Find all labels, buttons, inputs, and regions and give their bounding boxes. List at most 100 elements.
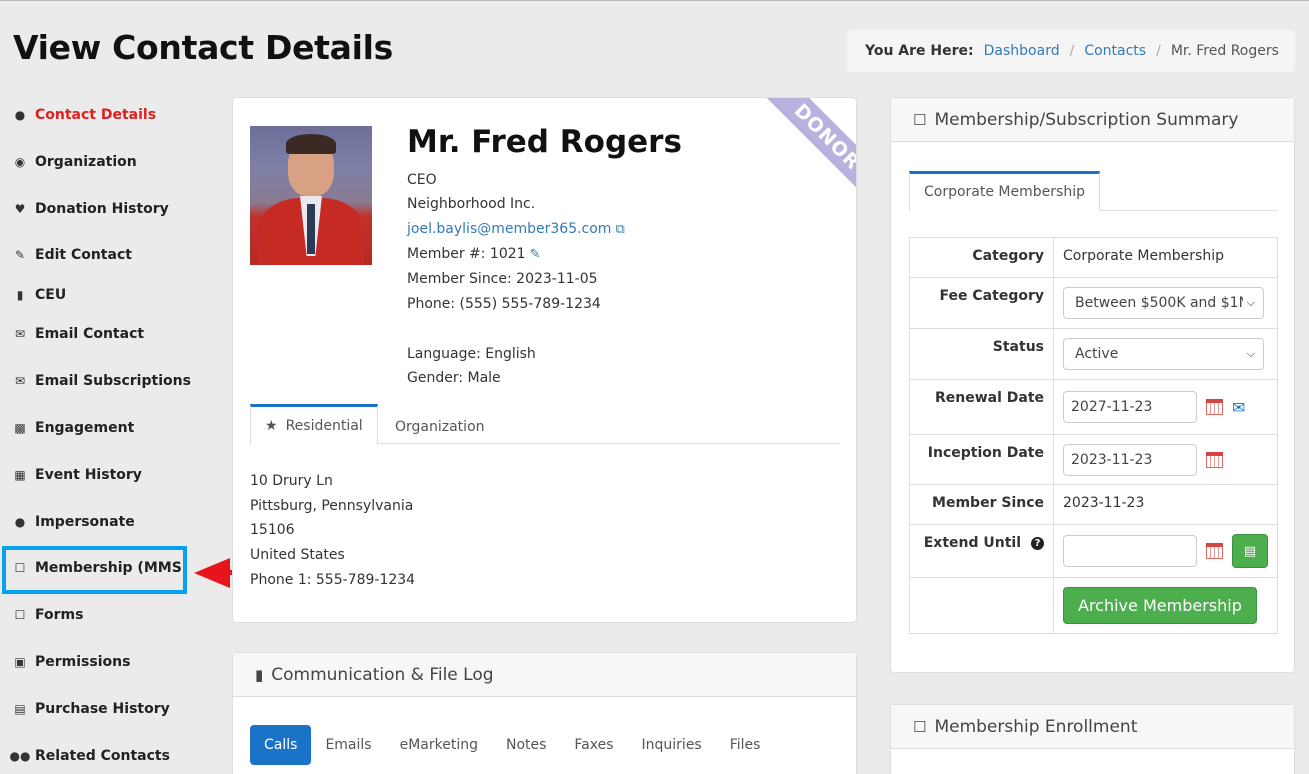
breadcrumb-label: You Are Here: [865, 43, 974, 59]
sidebar-item-label: Related Contacts [35, 748, 170, 764]
sidebar-item-label: Permissions [35, 654, 131, 670]
breadcrumb-dashboard-link[interactable]: Dashboard [984, 43, 1060, 59]
sidebar-item-email-contact[interactable]: ✉ Email Contact [13, 323, 144, 345]
tab-residential[interactable]: ★ Residential [250, 404, 378, 445]
member-number-row: Member #: 1021 ✎ [407, 246, 540, 262]
envelope-icon: ✉ [14, 327, 26, 341]
sidebar-item-engagement[interactable]: ▩ Engagement [13, 417, 134, 439]
breadcrumb-separator: / [1069, 43, 1075, 59]
category-value: Corporate Membership [1053, 237, 1278, 278]
tab-label: Residential [285, 417, 363, 434]
heart-icon: ♥ [14, 202, 26, 216]
eye-icon: ◉ [14, 155, 26, 169]
sidebar-item-label: Impersonate [35, 514, 135, 530]
page-title: View Contact Details [13, 28, 393, 67]
tab-faxes[interactable]: Faxes [560, 725, 627, 765]
status-label: Status [909, 328, 1054, 380]
sidebar-item-related-contacts[interactable]: ●● Related Contacts [10, 745, 170, 767]
status-select[interactable]: Active ⌵ [1063, 338, 1264, 370]
calendar-icon: ▦ [14, 468, 26, 482]
contact-gender: Gender: Male [407, 370, 501, 386]
sidebar-item-label: CEU [35, 287, 67, 303]
table-row: Category Corporate Membership [909, 237, 1278, 278]
contact-name: Mr. Fred Rogers [407, 124, 682, 160]
tab-calls[interactable]: Calls [250, 725, 312, 765]
sidebar-item-forms[interactable]: ☐ Forms [13, 604, 84, 626]
star-icon: ★ [265, 417, 278, 434]
chevron-down-icon: ⌵ [1246, 296, 1255, 309]
user-icon: ● [14, 515, 26, 529]
fee-category-select[interactable]: Between $500K and $1M ⌵ [1063, 287, 1264, 319]
membership-enrollment-header: ☐ Membership Enrollment [891, 705, 1294, 749]
member-since: Member Since: 2023-11-05 [407, 271, 598, 287]
sidebar-item-ceu[interactable]: ▮ CEU [13, 284, 67, 306]
edit-icon: ✎ [14, 248, 26, 262]
tab-notes[interactable]: Notes [492, 725, 560, 765]
tab-emarketing[interactable]: eMarketing [386, 725, 492, 765]
table-row: Fee Category Between $500K and $1M ⌵ [909, 277, 1278, 329]
extend-until-label: Extend Until [923, 535, 1021, 551]
edit-icon[interactable]: ✎ [530, 247, 541, 262]
communication-log-card: ▮ Communication & File Log Calls Emails … [232, 652, 857, 774]
membership-table: Category Corporate Membership Fee Catego… [909, 237, 1278, 634]
user-icon: ● [14, 108, 26, 122]
tab-corporate-membership[interactable]: Corporate Membership [909, 171, 1100, 211]
sidebar-item-donation-history[interactable]: ♥ Donation History [13, 198, 169, 220]
renewal-date-input[interactable]: 2027-11-23 [1063, 391, 1197, 423]
question-icon[interactable]: ? [1031, 537, 1044, 550]
membership-summary-header: ☐ Membership/Subscription Summary [891, 98, 1294, 142]
table-row: Status Active ⌵ [909, 328, 1278, 380]
tab-inquiries[interactable]: Inquiries [628, 725, 716, 765]
save-button[interactable]: ▤ [1232, 534, 1268, 568]
sidebar-item-event-history[interactable]: ▦ Event History [13, 464, 142, 486]
sidebar-item-label: Email Subscriptions [35, 373, 191, 389]
sidebar-item-contact-details[interactable]: ● Contact Details [13, 104, 156, 126]
sidebar-item-permissions[interactable]: ▣ Permissions [13, 651, 130, 673]
sidebar-item-edit-contact[interactable]: ✎ Edit Contact [13, 244, 132, 266]
tab-files[interactable]: Files [716, 725, 775, 765]
sidebar-item-label: Contact Details [35, 107, 157, 123]
membership-summary-title: Membership/Subscription Summary [934, 109, 1239, 130]
membership-summary-card: ☐ Membership/Subscription Summary Corpor… [890, 97, 1295, 673]
address-zip: 15106 [250, 522, 295, 538]
table-row: Extend Until? ▤ [909, 524, 1278, 578]
breadcrumb-contacts-link[interactable]: Contacts [1084, 43, 1146, 59]
extend-until-input[interactable] [1063, 535, 1197, 567]
communication-log-header: ▮ Communication & File Log [233, 653, 856, 697]
address-phone: Phone 1: 555-789-1234 [250, 572, 416, 588]
breadcrumb: You Are Here: Dashboard / Contacts / Mr.… [847, 30, 1295, 72]
inception-date-input[interactable]: 2023-11-23 [1063, 444, 1197, 476]
bookmark-icon: ☐ [913, 110, 927, 129]
bookmark-icon: ☐ [14, 608, 26, 622]
table-row: Inception Date 2023-11-23 [909, 434, 1278, 485]
calendar-icon[interactable] [1206, 399, 1223, 415]
communication-log-title: Communication & File Log [271, 664, 494, 685]
category-label: Category [909, 237, 1054, 278]
sidebar-item-purchase-history[interactable]: ▤ Purchase History [13, 698, 169, 720]
communication-tabs: Calls Emails eMarketing Notes Faxes Inqu… [250, 725, 774, 765]
archive-membership-button[interactable]: Archive Membership [1063, 587, 1257, 624]
bar-chart-icon: ▩ [14, 421, 26, 435]
renewal-date-label: Renewal Date [909, 379, 1054, 435]
sidebar-item-impersonate[interactable]: ● Impersonate [13, 511, 135, 533]
calendar-icon[interactable] [1206, 543, 1223, 559]
sidebar-item-organization[interactable]: ◉ Organization [13, 151, 137, 173]
address-tabs: ★ Residential Organization [250, 404, 840, 447]
envelope-icon[interactable]: ✉ [1232, 398, 1245, 417]
copy-icon[interactable]: ⧉ [615, 222, 624, 237]
sidebar-item-label: Event History [35, 467, 142, 483]
tab-emails[interactable]: Emails [311, 725, 385, 765]
sidebar-item-label: Edit Contact [35, 247, 132, 263]
contact-email-link[interactable]: joel.baylis@member365.com [407, 221, 611, 237]
sidebar-item-label: Organization [35, 154, 137, 170]
contact-email-row: joel.baylis@member365.com ⧉ [407, 221, 625, 237]
sidebar-item-label: Forms [35, 607, 84, 623]
fee-category-label: Fee Category [909, 277, 1054, 329]
membership-highlight-box [2, 546, 187, 594]
bookmark-icon: ☐ [913, 717, 927, 736]
table-row: Renewal Date 2027-11-23 ✉ [909, 379, 1278, 435]
tab-organization[interactable]: Organization [381, 406, 499, 447]
sidebar-item-email-subscriptions[interactable]: ✉ Email Subscriptions [13, 370, 191, 392]
sidebar-item-label: Engagement [35, 420, 135, 436]
calendar-icon[interactable] [1206, 452, 1223, 468]
